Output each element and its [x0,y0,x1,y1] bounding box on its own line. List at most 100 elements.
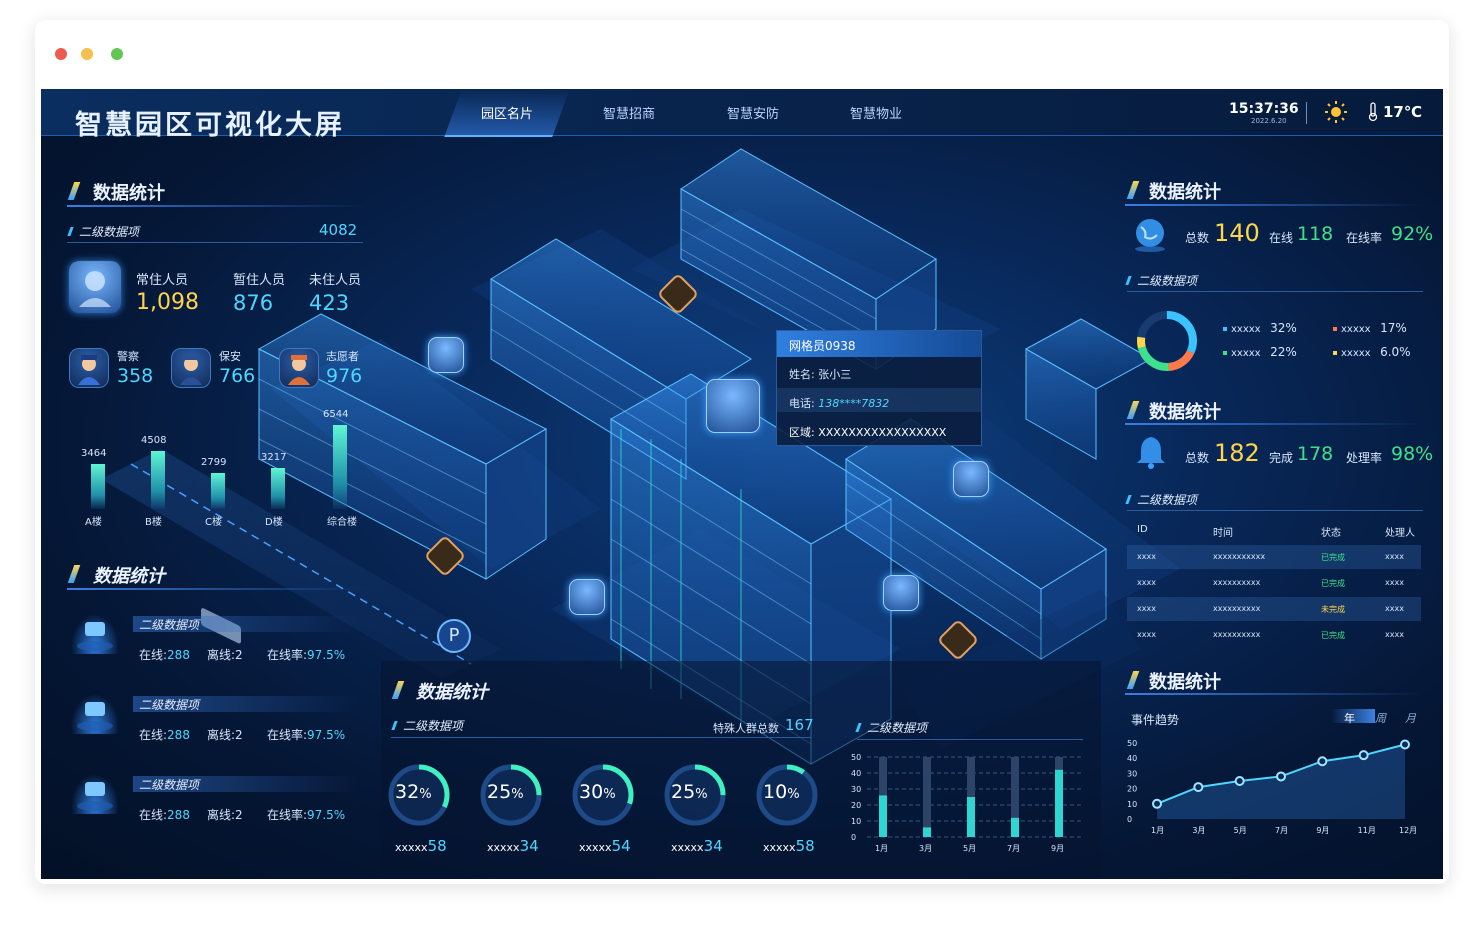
rate-label: 在线率:97.5% [267,648,346,662]
building-bar-chart: 3464 A楼 4508 B楼 2799 C楼 3217 D楼 6544 综合楼 [71,409,371,529]
x-tick-label: 9月 [1051,844,1064,853]
x-tick-label: 11月 [1358,826,1376,835]
table-cell: xxxx [1385,552,1404,561]
offline-value: 2 [235,648,243,662]
role-value-guard: 766 [219,365,256,387]
legend-name: xxxxx [1341,348,1371,359]
rt-total-value: 140 [1214,219,1260,247]
popup-area: XXXXXXXXXXXXXXXXX [818,426,947,439]
tab-security[interactable]: 智慧安防 [727,103,779,122]
table-header: ID 时间 状态 处理人 [1127,519,1421,543]
left-top-section-title: 数据统计 [93,183,165,204]
table-row[interactable]: xxxx xxxxxxxxxxx 已完成 xxxx [1127,545,1421,569]
trend-point[interactable] [1234,776,1245,786]
worker-pin-icon[interactable] [428,337,464,373]
ring-caption: xxxxx58 [395,837,447,855]
stat-value-temporary: 876 [233,291,274,315]
x-tick-label: 3月 [1192,826,1205,835]
y-tick-label: 50 [1127,739,1137,748]
trend-point[interactable] [1400,739,1410,750]
x-tick-label: 7月 [1275,826,1288,835]
camera-icon [71,614,119,654]
tab-investment[interactable]: 智慧招商 [603,103,655,122]
rt-rate-label: 在线率 [1346,231,1383,245]
y-tick-label: 10 [1127,800,1137,809]
online-label: 在线: [139,648,168,662]
offline-value: 2 [235,728,243,742]
monthly-bar-chart: 50 40 30 20 10 0 1月 3月 5月 7月 9月 [851,753,1081,853]
bar-category-label: C楼 [205,517,222,528]
divider [391,737,811,738]
y-tick-label: 20 [851,801,861,810]
x-tick-label: 9月 [1316,826,1329,835]
parking-marker-icon[interactable]: P [437,619,471,653]
dashboard-screen: 智慧园区可视化大屏 园区名片 智慧招商 智慧安防 智慧物业 15:37:36 2… [41,89,1443,879]
section-underline [67,205,367,207]
worker-pin-icon[interactable] [953,461,989,497]
bar-category-label: B楼 [145,517,162,528]
stat-label-resident: 常住人员 [136,273,189,288]
alarm-light-icon [71,694,119,734]
period-week-tab[interactable]: 周 [1375,710,1386,726]
trend-point[interactable] [1152,798,1162,809]
popup-area-label: 区域: [789,426,815,439]
device-title: 二级数据项 [133,616,359,632]
worker-pin-icon[interactable] [569,579,605,615]
worker-pin-icon[interactable] [883,575,919,611]
y-tick-label: 30 [1127,769,1137,778]
online-value: 288 [167,808,190,822]
role-label-police: 警察 [117,350,139,363]
table-cell: xxxx [1385,630,1404,639]
bar-sub-label: 二级数据项 [867,721,928,735]
clock-date: 2022.6.20 [1251,117,1287,125]
trend-point[interactable] [1276,771,1286,782]
x-tick-label: 3月 [919,844,932,853]
device-stats: 在线:288 离线:2 在线率:97.5% [139,806,369,823]
popup-name-label: 姓名: [789,368,815,381]
bar-track [923,757,931,837]
page-title: 智慧园区可视化大屏 [75,110,345,141]
rt-online-value: 118 [1297,223,1334,245]
divider [1127,510,1423,511]
volunteer-icon [279,348,319,388]
role-value-police: 358 [117,365,154,387]
bar-C楼 [211,473,225,509]
minimize-dot[interactable] [81,48,93,60]
donut-chart [1137,311,1197,371]
bar-综合楼 [333,424,347,509]
section-underline [1125,204,1423,206]
table-row[interactable]: xxxx xxxxxxxxxx 未完成 xxxx [1127,597,1421,621]
right-bottom-section-title: 数据统计 [1149,672,1221,693]
security-guard-icon [171,348,211,388]
trend-point[interactable] [1358,750,1369,761]
trend-chart-title: 事件趋势 [1131,713,1180,727]
bar-value-label: 3464 [81,448,107,460]
close-dot[interactable] [55,48,67,60]
table-cell: xxxx [1137,630,1156,639]
right-top-section-title: 数据统计 [1149,182,1221,203]
rt-total-label: 总数 [1185,231,1210,245]
temperature: 17℃ [1383,103,1423,121]
legend-item: xxxxx 6.0% [1333,345,1411,359]
table-row[interactable]: xxxx xxxxxxxxxx 已完成 xxxx [1127,623,1421,647]
bar-9月 [1055,769,1063,837]
y-tick-label: 40 [1127,754,1137,763]
worker-pin-selected-icon[interactable] [706,379,760,433]
period-month-tab[interactable]: 月 [1405,710,1416,726]
left-bottom-section-title: 数据统计 [93,566,165,587]
rm-sub-label: 二级数据项 [1137,493,1198,507]
tab-property[interactable]: 智慧物业 [850,103,902,122]
maximize-dot[interactable] [111,48,123,60]
bar-category-label: 综合楼 [327,517,357,528]
section-underline [67,588,367,590]
x-tick-label: 5月 [1234,826,1247,835]
trend-point[interactable] [1317,756,1328,767]
table-row[interactable]: xxxx xxxxxxxxxx 已完成 xxxx [1127,571,1421,595]
tab-park-card[interactable]: 园区名片 [481,103,533,122]
table-cell: xxxxxxxxxx [1213,630,1261,639]
period-year-tab[interactable]: 年 [1344,710,1355,726]
trend-point[interactable] [1193,782,1204,793]
bar-value-label: 4508 [141,435,167,447]
rt-online-label: 在线 [1269,231,1294,245]
legend-item: xxxxx 22% [1223,345,1297,359]
